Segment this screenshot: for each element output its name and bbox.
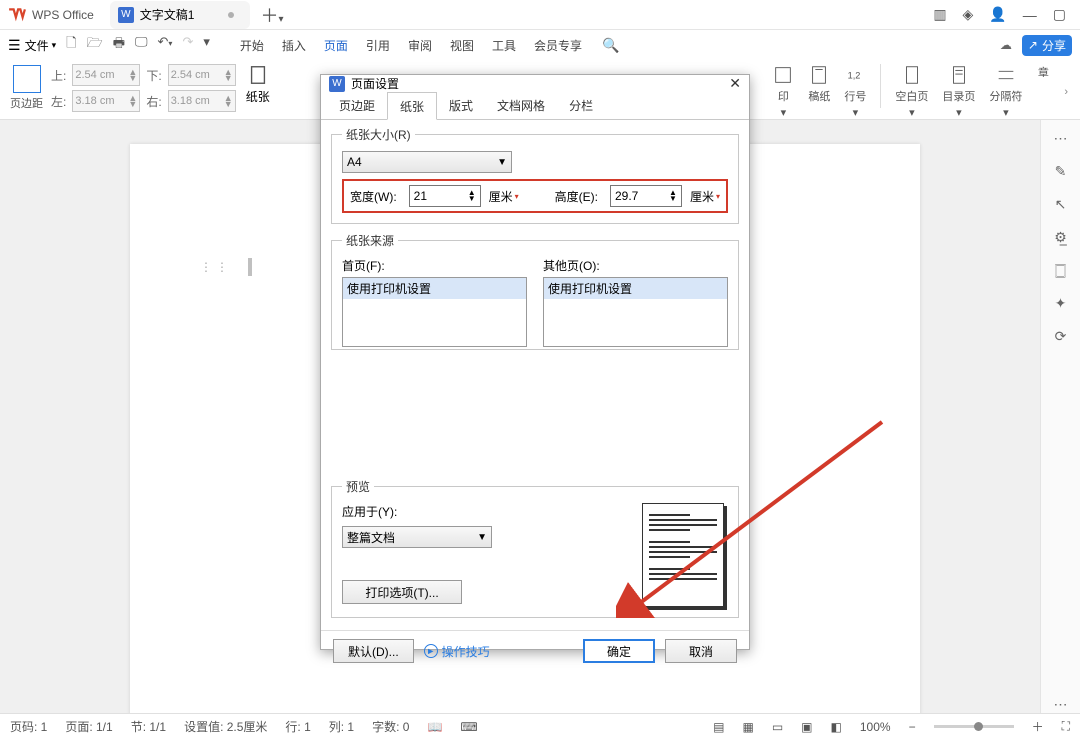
preview-group: 预览 应用于(Y): 整篇文档▼ 打印选项(T)... <box>331 478 739 618</box>
apply-label: 应用于(Y): <box>342 503 630 520</box>
dialog-backdrop: W 页面设置 ✕ 页边距 纸张 版式 文档网格 分栏 纸张大小(R) A4▼ 宽… <box>0 0 1080 739</box>
height-label: 高度(E): <box>555 188 598 205</box>
other-pages-label: 其他页(O): <box>543 257 728 274</box>
first-page-label: 首页(F): <box>342 257 527 274</box>
width-input[interactable]: 21▲▼ <box>409 185 481 207</box>
height-input[interactable]: 29.7▲▼ <box>610 185 682 207</box>
paper-source-legend: 纸张来源 <box>342 232 398 249</box>
width-unit[interactable]: 厘米 <box>489 188 519 205</box>
apply-select[interactable]: 整篇文档▼ <box>342 526 492 548</box>
default-button[interactable]: 默认(D)... <box>333 639 414 663</box>
dialog-tab-layout[interactable]: 版式 <box>437 92 485 119</box>
chevron-down-icon: ▼ <box>477 532 487 543</box>
paper-size-legend: 纸张大小(R) <box>342 126 415 143</box>
preview-legend: 预览 <box>342 478 374 495</box>
print-options-button[interactable]: 打印选项(T)... <box>342 580 462 604</box>
close-icon[interactable]: ✕ <box>729 75 741 92</box>
preview-thumbnail <box>642 503 724 607</box>
width-label: 宽度(W): <box>350 188 397 205</box>
dimensions-highlight: 宽度(W): 21▲▼ 厘米 高度(E): 29.7▲▼ 厘米 <box>342 179 728 213</box>
chevron-down-icon: ▼ <box>497 157 507 168</box>
dialog-tab-paper[interactable]: 纸张 <box>387 92 437 120</box>
cancel-button[interactable]: 取消 <box>665 639 737 663</box>
page-setup-dialog: W 页面设置 ✕ 页边距 纸张 版式 文档网格 分栏 纸张大小(R) A4▼ 宽… <box>320 74 750 650</box>
paper-size-select[interactable]: A4▼ <box>342 151 512 173</box>
dialog-title-bar[interactable]: W 页面设置 ✕ <box>321 75 749 92</box>
paper-source-group: 纸张来源 首页(F): 使用打印机设置 其他页(O): 使用打印机设置 <box>331 232 739 350</box>
ok-button[interactable]: 确定 <box>583 639 655 663</box>
other-pages-list[interactable]: 使用打印机设置 <box>543 277 728 347</box>
dialog-tabs: 页边距 纸张 版式 文档网格 分栏 <box>321 92 749 120</box>
dialog-tab-columns[interactable]: 分栏 <box>557 92 605 119</box>
dialog-tab-grid[interactable]: 文档网格 <box>485 92 557 119</box>
dialog-title: 页面设置 <box>351 75 399 92</box>
first-page-list[interactable]: 使用打印机设置 <box>342 277 527 347</box>
tips-link[interactable]: 操作技巧 <box>424 643 490 660</box>
dialog-tab-margins[interactable]: 页边距 <box>327 92 387 119</box>
dialog-app-icon: W <box>329 76 345 92</box>
dialog-footer: 默认(D)... 操作技巧 确定 取消 <box>321 630 749 671</box>
height-unit[interactable]: 厘米 <box>690 188 720 205</box>
paper-size-group: 纸张大小(R) A4▼ 宽度(W): 21▲▼ 厘米 高度(E): 29.7▲▼… <box>331 126 739 224</box>
